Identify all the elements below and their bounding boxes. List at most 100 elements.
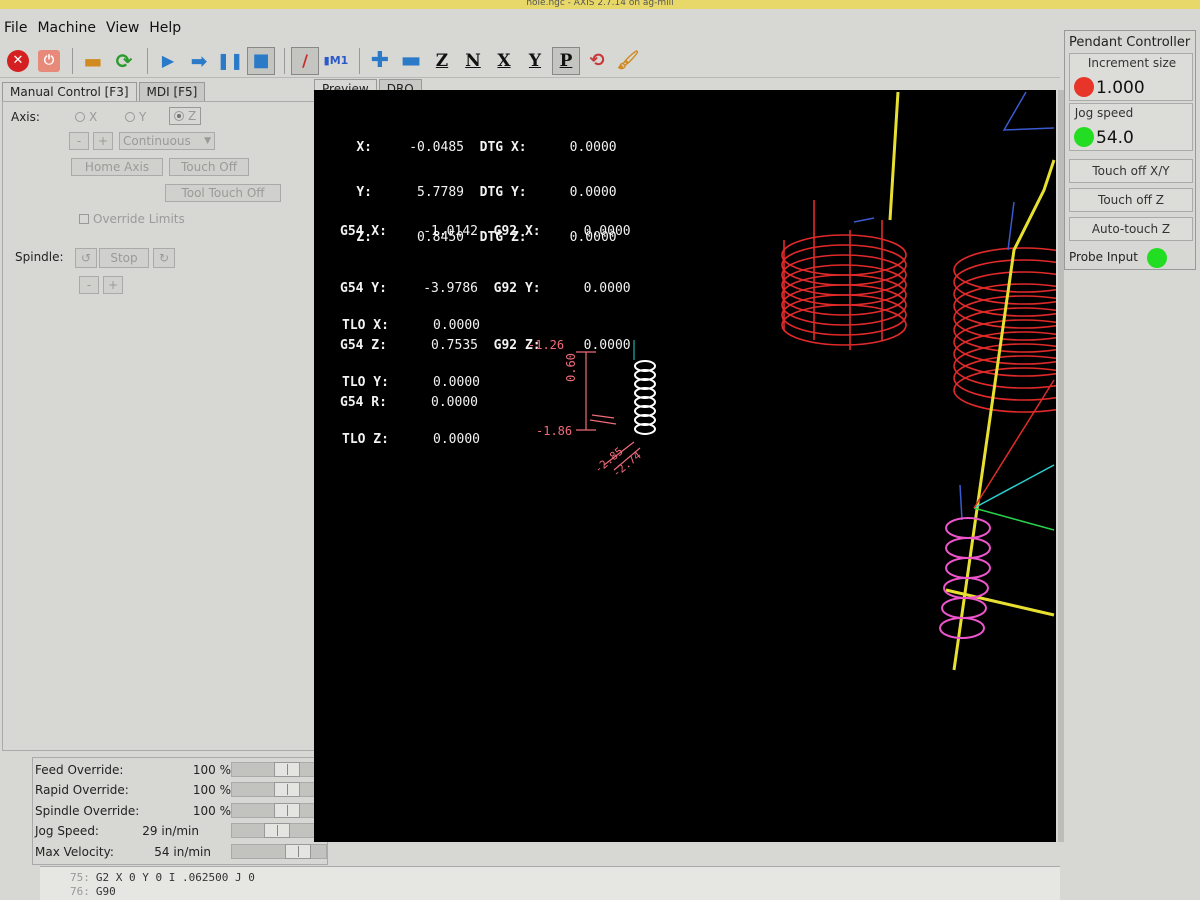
power-icon: ⏻	[38, 49, 60, 72]
preview-viewport[interactable]: X: -0.0485 DTG X: 0.0000 Y: 5.7789 DTG Y: 0.…	[314, 90, 1056, 842]
slider-thumb[interactable]	[263, 823, 290, 838]
axis-window: hole.ngc - AXIS 2.7.14 on ag-mill File M…	[0, 0, 1200, 900]
toolbar-separator	[147, 47, 148, 74]
override-row-spindle: Spindle Override: 100 %	[35, 802, 327, 820]
touch-off-xy-button[interactable]: Touch off X/Y	[1069, 159, 1193, 183]
dro-row-tlo-x: TLO X: 0.0000	[342, 318, 480, 333]
touch-off-z-button[interactable]: Touch off Z	[1069, 188, 1193, 212]
block-delete-button[interactable]: /	[291, 46, 319, 75]
feed-override-slider[interactable]	[231, 762, 327, 777]
slider-thumb[interactable]	[284, 844, 311, 859]
zoom-in-button[interactable]: ✚	[366, 47, 394, 75]
touch-off-button[interactable]: Touch Off	[169, 158, 249, 176]
radio-dot	[125, 112, 135, 122]
axis-radio-y[interactable]: Y	[125, 110, 146, 124]
rotate-view-button[interactable]: ⟲	[583, 47, 611, 75]
menu-view[interactable]: View	[106, 20, 139, 36]
zoom-in-icon: ✚	[370, 48, 390, 73]
spindle-stop-button[interactable]: Stop	[99, 248, 149, 268]
dro-row-g54-x: G54 X: -1.0142 G92 X: 0.0000	[340, 224, 631, 239]
rotate-icon: ⟲	[589, 50, 605, 71]
probe-led-icon	[1147, 248, 1167, 268]
jog-speed-value: 54.0	[1096, 128, 1134, 148]
clear-plot-button[interactable]: 🖌	[614, 47, 642, 75]
axis-radio-z[interactable]: Z	[169, 107, 202, 125]
radio-dot	[75, 112, 85, 122]
view-z2-button[interactable]: N	[459, 47, 487, 75]
dro-row-tlo-y: TLO Y: 0.0000	[342, 375, 480, 390]
jog-minus-button[interactable]: -	[69, 132, 89, 150]
view-p-button[interactable]: P	[552, 46, 580, 75]
red-spiral-stack-2	[953, 247, 1056, 413]
run-button[interactable]: ▶	[154, 47, 182, 75]
estop-button[interactable]: ✕	[4, 47, 32, 75]
jog-plus-button[interactable]: +	[93, 132, 113, 150]
spindle-slower-button[interactable]: -	[79, 276, 99, 294]
toolbar-separator	[284, 47, 285, 74]
pause-button[interactable]: ❚❚	[216, 47, 244, 75]
stop-button[interactable]: ■	[247, 46, 275, 75]
gcode-line[interactable]: 75: G2 X 0 Y 0 I .062500 J 0	[70, 871, 255, 884]
toolbar-separator	[72, 47, 73, 74]
slider-thumb[interactable]	[274, 782, 300, 797]
open-file-button[interactable]: ▬	[79, 47, 107, 75]
step-button[interactable]: ➡	[185, 47, 213, 75]
cw-icon: ↻	[158, 251, 170, 265]
pink-spiral	[939, 517, 991, 639]
jog-mode-select[interactable]: Continuous ▼	[119, 132, 215, 150]
slider-thumb[interactable]	[274, 803, 300, 818]
axis-label: Axis:	[11, 110, 40, 124]
other-rapid-lines	[959, 379, 1055, 531]
tab-manual-control[interactable]: Manual Control [F3]	[2, 82, 137, 102]
zoom-out-button[interactable]: ▬	[397, 47, 425, 75]
radio-dot	[174, 111, 184, 121]
toolbar: ✕ ⏻ ▬ ⟳ ▶ ➡ ❚❚ ■ / ▮M1 ✚ ▬ Z N X Y P ⟲ 🖌	[0, 44, 1060, 78]
tab-mdi[interactable]: MDI [F5]	[138, 82, 206, 102]
gcode-line[interactable]: 76: G90	[70, 885, 116, 898]
jog-led-icon	[1074, 127, 1094, 147]
axis-radio-x[interactable]: X	[75, 110, 97, 124]
view-p-icon: P	[559, 50, 573, 71]
pendant-title: Pendant Controller	[1069, 35, 1191, 50]
spindle-override-slider[interactable]	[231, 803, 327, 818]
checkbox-icon	[79, 214, 89, 224]
pause-icon: ❚❚	[216, 51, 244, 70]
menu-help[interactable]: Help	[149, 20, 181, 36]
rapid-override-slider[interactable]	[231, 782, 327, 797]
spindle-cw-button[interactable]: ↻	[153, 248, 175, 268]
optional-stop-button[interactable]: ▮M1	[322, 47, 350, 75]
view-z-button[interactable]: Z	[428, 47, 456, 75]
menu-file[interactable]: File	[4, 20, 27, 36]
auto-touch-z-button[interactable]: Auto-touch Z	[1069, 217, 1193, 241]
white-spiral	[633, 340, 656, 435]
jog-speed-label: Jog speed	[1074, 106, 1134, 120]
jog-speed-box: Jog speed 54.0	[1069, 103, 1193, 151]
machine-power-button[interactable]: ⏻	[35, 47, 63, 75]
view-x-button[interactable]: X	[490, 47, 518, 75]
dim-height-label: 0.60	[564, 353, 578, 382]
tool-touch-off-button[interactable]: Tool Touch Off	[165, 184, 281, 202]
stop-icon: ■	[252, 50, 270, 71]
override-row-feed: Feed Override: 100 %	[35, 761, 327, 779]
block-delete-icon: /	[302, 51, 308, 70]
slider-thumb[interactable]	[274, 762, 300, 777]
folder-icon: ▬	[83, 48, 103, 73]
reload-button[interactable]: ⟳	[110, 47, 138, 75]
gcode-listing[interactable]: 75: G2 X 0 Y 0 I .062500 J 0 76: G90	[40, 866, 1060, 900]
override-limits-checkbox[interactable]: Override Limits	[79, 212, 185, 226]
step-icon: ➡	[190, 48, 208, 73]
dro-tlo: TLO X: 0.0000 TLO Y: 0.0000 TLO Z: 0.0000	[342, 278, 480, 487]
max-velocity-slider[interactable]	[231, 844, 327, 859]
optional-stop-icon: ▮M1	[323, 54, 349, 67]
view-z-icon: Z	[435, 50, 449, 71]
spindle-ccw-button[interactable]: ↺	[75, 248, 97, 268]
zoom-out-icon: ▬	[400, 48, 422, 73]
view-y-button[interactable]: Y	[521, 47, 549, 75]
home-axis-button[interactable]: Home Axis	[71, 158, 163, 176]
estop-icon: ✕	[7, 49, 29, 72]
jog-speed-slider[interactable]	[231, 823, 327, 838]
red-spiral-stack-1	[781, 200, 907, 350]
menu-machine[interactable]: Machine	[37, 20, 96, 36]
reload-icon: ⟳	[115, 48, 133, 73]
spindle-faster-button[interactable]: +	[103, 276, 123, 294]
